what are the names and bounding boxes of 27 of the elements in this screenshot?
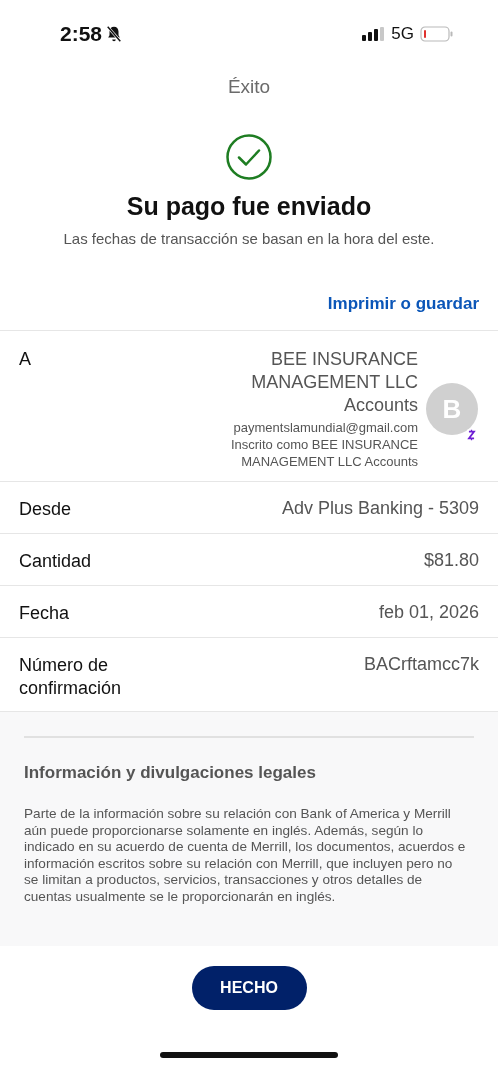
row-label: A [19,348,31,371]
legal-text: Parte de la información sobre su relación con Bank of America y Merrill aún puede proporcionarse solamente en inglés. Además, según lo indicado en su acuerdo de cuenta de Merrill, los documentos, acuerdos e información escritos sobre su relación con Merrill, que incluyen pero no se limitan a productos, servicios, transacciones y otros detalles de cuentas usualmente se le proporcionarán en inglés. [24,806,467,905]
row-value: Adv Plus Banking - 5309 [281,498,479,518]
row-label: Fecha [19,602,70,625]
screen-title: Éxito [226,76,272,99]
legal-heading: Información y divulgaciones legales [24,763,317,783]
battery-icon [420,26,454,42]
zelle-badge-icon [467,429,476,441]
row-label: Número de confirmación [19,654,123,700]
recipient-email: paymentslamundial@gmail.com [233,419,418,436]
done-button[interactable]: HECHO [191,966,307,1010]
print-link[interactable]: Imprimir o guardar [327,294,479,316]
confirmation-note: Las fechas de transacción se basan en la hora del este. [62,230,436,247]
row-label: Cantidad [19,550,92,573]
row-label: Desde [19,498,72,521]
network-label: 5G [391,24,414,44]
muted-bell-icon [105,25,124,43]
row-value: feb 01, 2026 [378,602,479,622]
success-check-icon [226,134,272,180]
enrolled-note: Inscrito como BEE INSURANCE MANAGEMENT LLC Accounts [229,436,418,470]
clock-time: 2:58 [60,22,103,46]
row-value: BACrftamcc7k [363,654,479,674]
row-value: $81.80 [423,550,479,570]
signal-icon [361,27,386,41]
recipient-name: BEE INSURANCE MANAGEMENT LLC Accounts [250,348,418,417]
home-indicator[interactable] [160,1052,338,1058]
confirmation-heading: Su pago fue enviado [125,192,373,221]
